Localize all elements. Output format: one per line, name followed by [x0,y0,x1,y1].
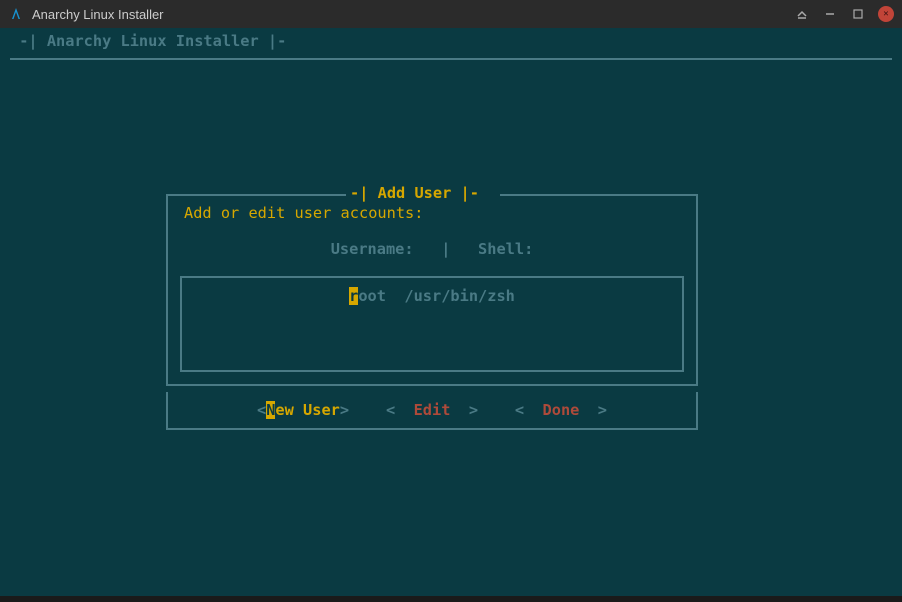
user-row[interactable]: root /usr/bin/zsh [182,287,682,305]
shade-icon[interactable] [794,6,810,22]
dialog-border-top-right [500,194,698,196]
minimize-icon[interactable] [822,6,838,22]
bottom-bar [0,596,902,602]
new-user-button[interactable]: <New User> [257,401,349,419]
dialog-title: -| Add User |- [350,184,479,202]
window-titlebar: Anarchy Linux Installer [0,0,902,28]
button-gap2 [478,401,515,419]
dialog-body: Add or edit user accounts: Username: | S… [166,196,698,386]
close-icon[interactable] [878,6,894,22]
done-button[interactable]: < Done > [515,401,607,419]
dialog-button-bar: <New User> < Edit > < Done > [166,392,698,430]
username-rest: oot [358,287,386,305]
user-shell: /usr/bin/zsh [404,287,515,305]
terminal-area: -| Anarchy Linux Installer |- -| Add Use… [0,28,902,602]
dialog-border-top-left [166,194,346,196]
app-icon [8,6,24,22]
window-title: Anarchy Linux Installer [32,7,794,22]
button-gap1 [349,401,386,419]
username-first-char: r [349,287,358,305]
user-list-box: root /usr/bin/zsh [180,276,684,372]
window-controls [794,6,894,22]
dialog-column-headers: Username: | Shell: [180,240,684,258]
maximize-icon[interactable] [850,6,866,22]
dialog-title-row: -| Add User |- [158,184,706,204]
edit-button[interactable]: < Edit > [386,401,478,419]
installer-header: -| Anarchy Linux Installer |- [10,32,892,50]
header-divider [10,58,892,60]
user-row-gap [386,287,404,305]
add-user-dialog: -| Add User |- Add or edit user accounts… [158,184,706,430]
